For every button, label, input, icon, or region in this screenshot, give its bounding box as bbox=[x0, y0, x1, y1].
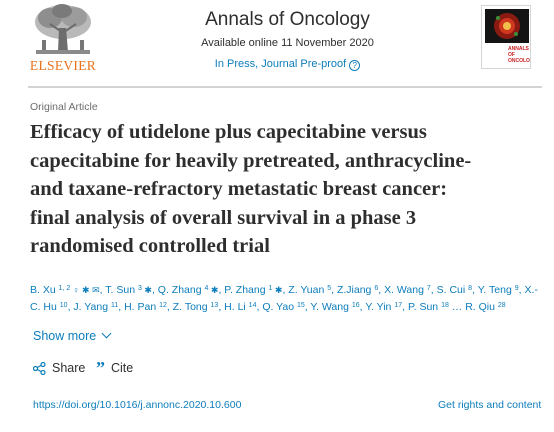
author-link[interactable]: P. Zhang 1 ✱ bbox=[224, 284, 282, 296]
author-name: H. Li bbox=[224, 300, 246, 313]
author-name: X. Wang bbox=[384, 284, 424, 296]
share-icon bbox=[33, 361, 46, 375]
author-affiliation: 28 bbox=[497, 301, 506, 309]
author-name: J. Yang bbox=[73, 300, 109, 313]
show-more-label: Show more bbox=[33, 329, 97, 343]
author-name: Q. Zhang bbox=[157, 284, 202, 296]
cite-button[interactable]: ” Cite bbox=[96, 361, 133, 375]
publisher-name: ELSEVIER bbox=[29, 58, 97, 73]
author-marker-icon: ✱ bbox=[141, 285, 152, 295]
journal-status-link[interactable]: In Press, Journal Pre-proof? bbox=[180, 57, 395, 71]
author-name: Y. Wang bbox=[310, 300, 349, 313]
rights-link[interactable]: Get rights and content bbox=[438, 399, 541, 411]
availability-date: Available online 11 November 2020 bbox=[201, 37, 374, 49]
author-marker-icon: ✱ bbox=[272, 285, 283, 295]
author-link[interactable]: B. Xu 1, 2 ♀ ✱ ✉ bbox=[30, 284, 100, 296]
article-type: Original Article bbox=[30, 101, 98, 113]
title-line: capecitabine for heavily pretreated, ant… bbox=[30, 149, 472, 172]
author-name: T. Sun bbox=[105, 284, 136, 296]
author-link[interactable]: Y. Yin 17 bbox=[365, 301, 402, 313]
header-divider bbox=[28, 86, 542, 88]
journal-cover-thumbnail[interactable]: ANNALS OF ONCOLOGY bbox=[481, 5, 531, 69]
author-affiliation: 17 bbox=[394, 301, 403, 309]
show-more-button[interactable]: Show more bbox=[33, 328, 112, 343]
author-link[interactable]: Z. Tong 13 bbox=[173, 301, 219, 313]
author-link[interactable]: H. Pan 12 bbox=[124, 301, 167, 313]
author-link[interactable]: T. Sun 3 ✱ bbox=[105, 284, 152, 296]
author-affiliation: 12 bbox=[159, 301, 167, 309]
tree-icon bbox=[28, 2, 98, 58]
elsevier-logo[interactable]: ELSEVIER bbox=[28, 2, 98, 74]
author-name: B. Xu bbox=[30, 284, 56, 296]
author-link[interactable]: X. Wang 7 bbox=[384, 284, 431, 296]
author-marker-icon: ♀ ✱ ✉ bbox=[70, 285, 100, 295]
title-line: randomised controlled trial bbox=[30, 235, 270, 258]
author-link[interactable]: S. Cui 8 bbox=[437, 284, 472, 296]
author-affiliation: 10 bbox=[59, 301, 68, 309]
author-ellipsis: … bbox=[448, 300, 466, 313]
author-link[interactable]: R. Qiu 28 bbox=[465, 301, 505, 313]
author-marker-icon: ✱ bbox=[208, 285, 219, 295]
author-name: Z. Tong bbox=[172, 300, 208, 313]
title-line: final analysis of overall survival in a … bbox=[30, 206, 417, 229]
author-affiliation: 18 bbox=[441, 301, 449, 309]
quote-icon: ” bbox=[96, 362, 105, 374]
cite-label: Cite bbox=[111, 361, 134, 375]
author-name: Q. Yao bbox=[262, 300, 295, 313]
author-affiliation: 16 bbox=[351, 301, 360, 309]
doi-link[interactable]: https://doi.org/10.1016/j.annonc.2020.10… bbox=[33, 399, 241, 411]
journal-status-label: In Press, Journal Pre-proof bbox=[214, 58, 347, 70]
author-link[interactable]: Y. Teng 9 bbox=[478, 284, 519, 296]
author-name: R. Qiu bbox=[465, 300, 495, 313]
article-title: Efficacy of utidelone plus capecitabine … bbox=[30, 118, 546, 261]
author-name: Y. Yin bbox=[365, 300, 392, 313]
journal-title[interactable]: Annals of Oncology bbox=[180, 8, 395, 32]
author-link[interactable]: Q. Zhang 4 ✱ bbox=[158, 284, 219, 296]
author-name: Y. Teng bbox=[477, 284, 512, 296]
author-link[interactable]: J. Yang 11 bbox=[73, 301, 118, 313]
author-link[interactable]: Z. Yuan 5 bbox=[288, 284, 331, 296]
share-button[interactable]: Share bbox=[33, 361, 85, 375]
cover-label: ANNALS OF ONCOLOGY bbox=[508, 46, 530, 64]
author-name: Z.Jiang bbox=[336, 284, 372, 296]
chevron-down-icon bbox=[101, 328, 112, 339]
author-name: P. Sun bbox=[407, 300, 439, 313]
title-line: and taxane-refractory metastatic breast … bbox=[30, 178, 448, 201]
author-link[interactable]: Z.Jiang 6 bbox=[337, 284, 378, 296]
author-name: Z. Yuan bbox=[288, 284, 325, 296]
author-link[interactable]: Q. Yao 15 bbox=[262, 301, 304, 313]
title-line: Efficacy of utidelone plus capecitabine … bbox=[30, 121, 427, 143]
author-name: S. Cui bbox=[436, 284, 466, 296]
journal-header: Annals of Oncology Available online 11 N… bbox=[180, 8, 395, 71]
author-list: B. Xu 1, 2 ♀ ✱ ✉, T. Sun 3 ✱, Q. Zhang 4… bbox=[30, 282, 546, 315]
author-name: H. Pan bbox=[124, 300, 157, 313]
author-link[interactable]: P. Sun 18 bbox=[408, 301, 449, 313]
author-link[interactable]: Y. Wang 16 bbox=[310, 301, 359, 313]
author-link[interactable]: H. Li 14 bbox=[224, 301, 256, 313]
author-affiliation: 1, 2 bbox=[58, 285, 71, 292]
author-name: P. Zhang bbox=[224, 284, 266, 296]
share-label: Share bbox=[52, 361, 86, 375]
help-icon[interactable]: ? bbox=[349, 60, 361, 71]
author-affiliation: 15 bbox=[296, 301, 305, 309]
